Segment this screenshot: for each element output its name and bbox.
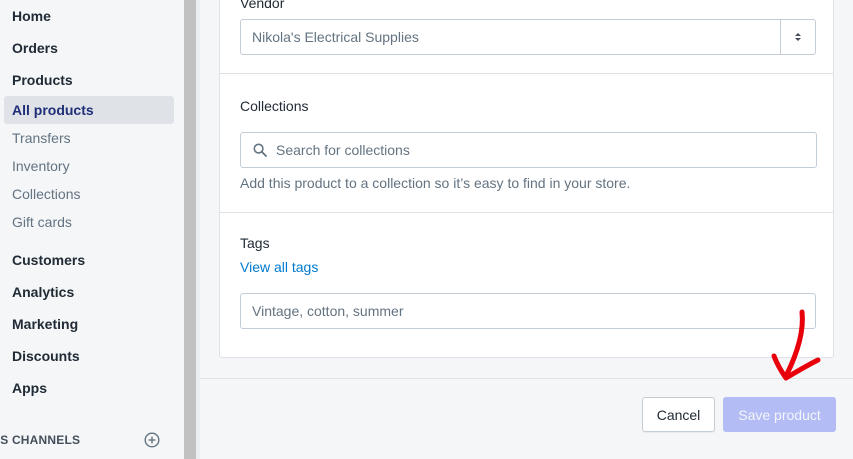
sidebar-item-customers[interactable]: Customers <box>4 246 174 274</box>
collections-search-placeholder: Search for collections <box>276 142 410 158</box>
sales-channels-label: ES CHANNELS <box>0 433 81 447</box>
tags-input[interactable]: Vintage, cotton, summer <box>240 293 816 329</box>
sidebar-item-gift-cards[interactable]: Gift cards <box>4 208 174 236</box>
sidebar: Home Orders Products All products Transf… <box>0 0 184 459</box>
sidebar-item-marketing[interactable]: Marketing <box>4 310 174 338</box>
collections-label: Collections <box>240 98 309 114</box>
save-product-button[interactable]: Save product <box>723 397 836 432</box>
section-divider <box>220 212 833 213</box>
organization-card: Vendor Nikola's Electrical Supplies Coll… <box>219 0 834 358</box>
tags-placeholder: Vintage, cotton, summer <box>252 303 404 319</box>
main-content: Vendor Nikola's Electrical Supplies Coll… <box>200 0 853 459</box>
sidebar-item-apps[interactable]: Apps <box>4 374 174 402</box>
section-divider <box>220 73 833 74</box>
sidebar-scrollbar[interactable] <box>184 0 196 459</box>
tags-label: Tags <box>240 235 270 251</box>
sidebar-item-all-products[interactable]: All products <box>4 96 174 124</box>
sidebar-item-home[interactable]: Home <box>4 2 174 30</box>
footer-divider <box>200 378 853 379</box>
vendor-select[interactable]: Nikola's Electrical Supplies <box>240 19 816 55</box>
search-icon <box>253 143 267 157</box>
sidebar-item-products[interactable]: Products <box>4 66 174 94</box>
select-arrows-icon <box>780 20 815 54</box>
sidebar-item-transfers[interactable]: Transfers <box>4 124 174 152</box>
sidebar-item-orders[interactable]: Orders <box>4 34 174 62</box>
collections-search-input[interactable]: Search for collections <box>240 132 817 168</box>
view-all-tags-link[interactable]: View all tags <box>240 259 318 275</box>
vendor-value: Nikola's Electrical Supplies <box>252 29 419 45</box>
cancel-button[interactable]: Cancel <box>642 397 715 432</box>
sidebar-item-discounts[interactable]: Discounts <box>4 342 174 370</box>
vendor-label: Vendor <box>240 0 285 11</box>
sidebar-item-analytics[interactable]: Analytics <box>4 278 174 306</box>
sales-channels-header: ES CHANNELS <box>0 430 170 450</box>
sidebar-item-collections[interactable]: Collections <box>4 180 174 208</box>
sidebar-item-inventory[interactable]: Inventory <box>4 152 174 180</box>
plus-circle-icon[interactable] <box>144 432 160 448</box>
collections-help-text: Add this product to a collection so it’s… <box>240 175 631 191</box>
